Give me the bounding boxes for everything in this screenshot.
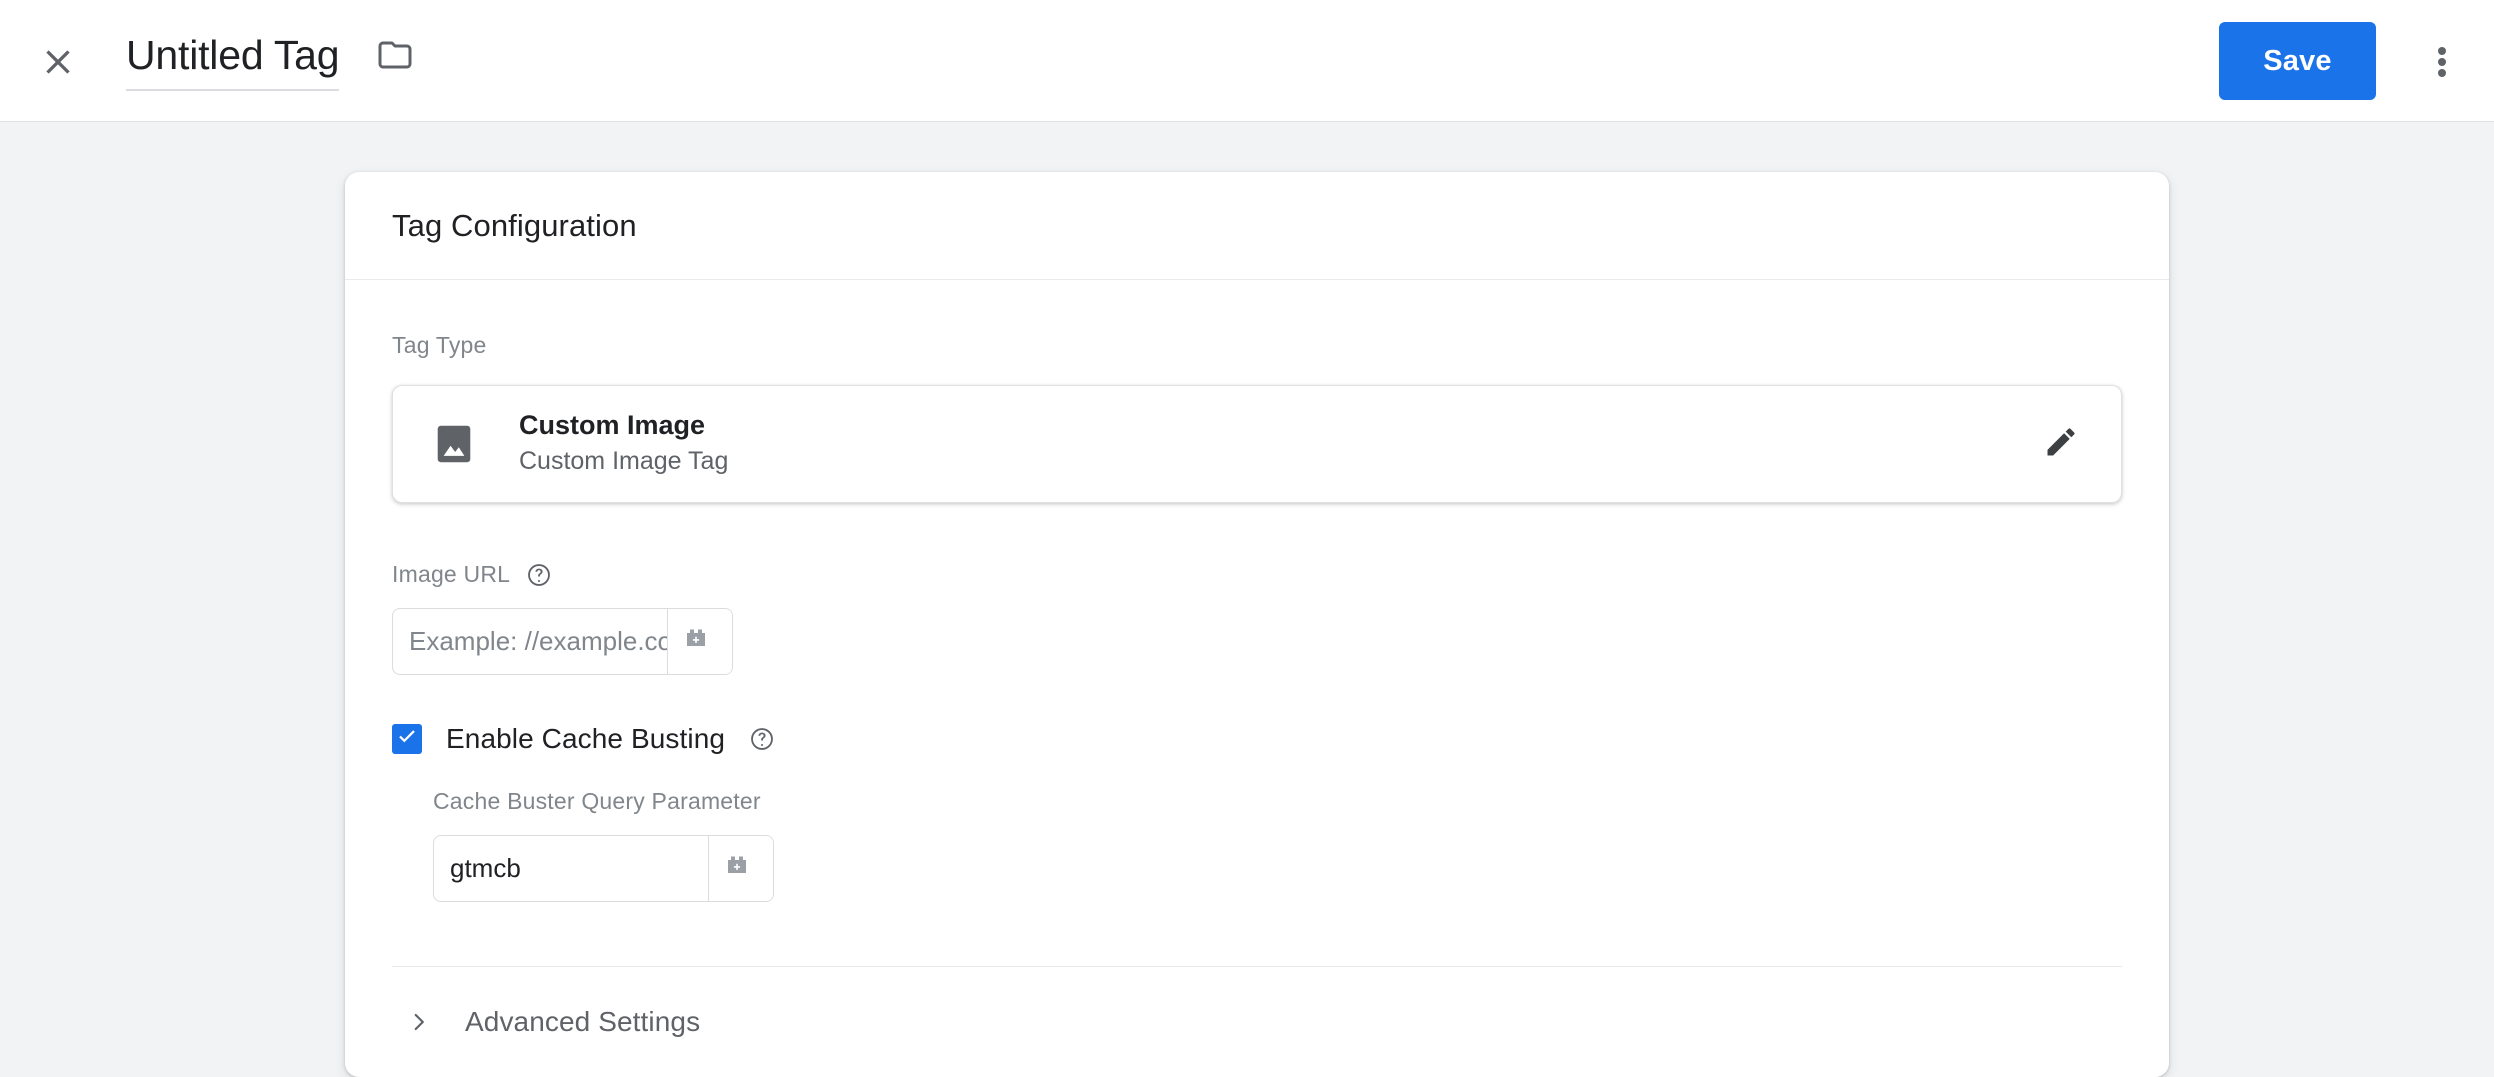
close-button[interactable] [34,38,82,86]
tag-title-group: Untitled Tag [126,28,415,91]
tag-type-label-text: Tag Type [392,332,487,358]
cache-buster-param-label: Cache Buster Query Parameter [433,788,761,814]
advanced-settings-label: Advanced Settings [465,1006,701,1037]
image-url-input[interactable] [393,609,667,674]
help-circle-icon[interactable] [749,726,775,752]
folder-icon [377,37,413,78]
close-icon [38,42,78,82]
edit-tag-type-button[interactable] [2037,420,2085,468]
tag-type-label: Tag Type [392,332,2122,359]
tag-configuration-card: Tag Configuration Tag Type Custom Image … [345,172,2169,1077]
chevron-right-icon [406,1009,432,1035]
enable-cache-busting-row[interactable]: Enable Cache Busting [392,723,2122,755]
checkmark-icon [395,725,419,754]
image-url-label-text: Image URL [392,561,511,587]
cache-buster-param-field[interactable] [433,835,774,902]
cache-buster-variable-button[interactable] [708,836,773,901]
tag-type-selector[interactable]: Custom Image Custom Image Tag [392,385,2122,503]
tag-type-texts: Custom Image Custom Image Tag [519,409,2037,480]
image-url-variable-button[interactable] [667,609,732,674]
tag-name-input[interactable]: Untitled Tag [126,28,340,91]
tag-type-description: Custom Image Tag [519,447,729,476]
cache-buster-param-input[interactable] [434,836,708,901]
add-variable-icon [724,851,758,886]
page-title: Tag Configuration [392,207,637,243]
enable-cache-busting-checkbox[interactable] [392,724,422,754]
folder-button[interactable] [375,38,415,78]
save-button[interactable]: Save [2219,22,2376,100]
add-variable-icon [683,624,717,659]
more-vert-icon [2438,44,2446,80]
more-options-button[interactable] [2418,38,2466,86]
image-url-field[interactable] [392,608,733,675]
image-icon [431,421,477,467]
image-url-label: Image URL [392,561,2122,588]
app-bar: Untitled Tag Save [0,0,2494,122]
card-header: Tag Configuration [345,172,2169,280]
card-body: Tag Type Custom Image Custom Image Tag I… [345,332,2169,1077]
pencil-icon [2043,424,2079,465]
help-circle-icon[interactable] [526,562,552,588]
tag-type-name: Custom Image [519,409,706,440]
advanced-settings-toggle[interactable]: Advanced Settings [392,967,2122,1077]
enable-cache-busting-label: Enable Cache Busting [446,723,726,754]
cache-buster-block: Cache Buster Query Parameter [433,788,2122,902]
